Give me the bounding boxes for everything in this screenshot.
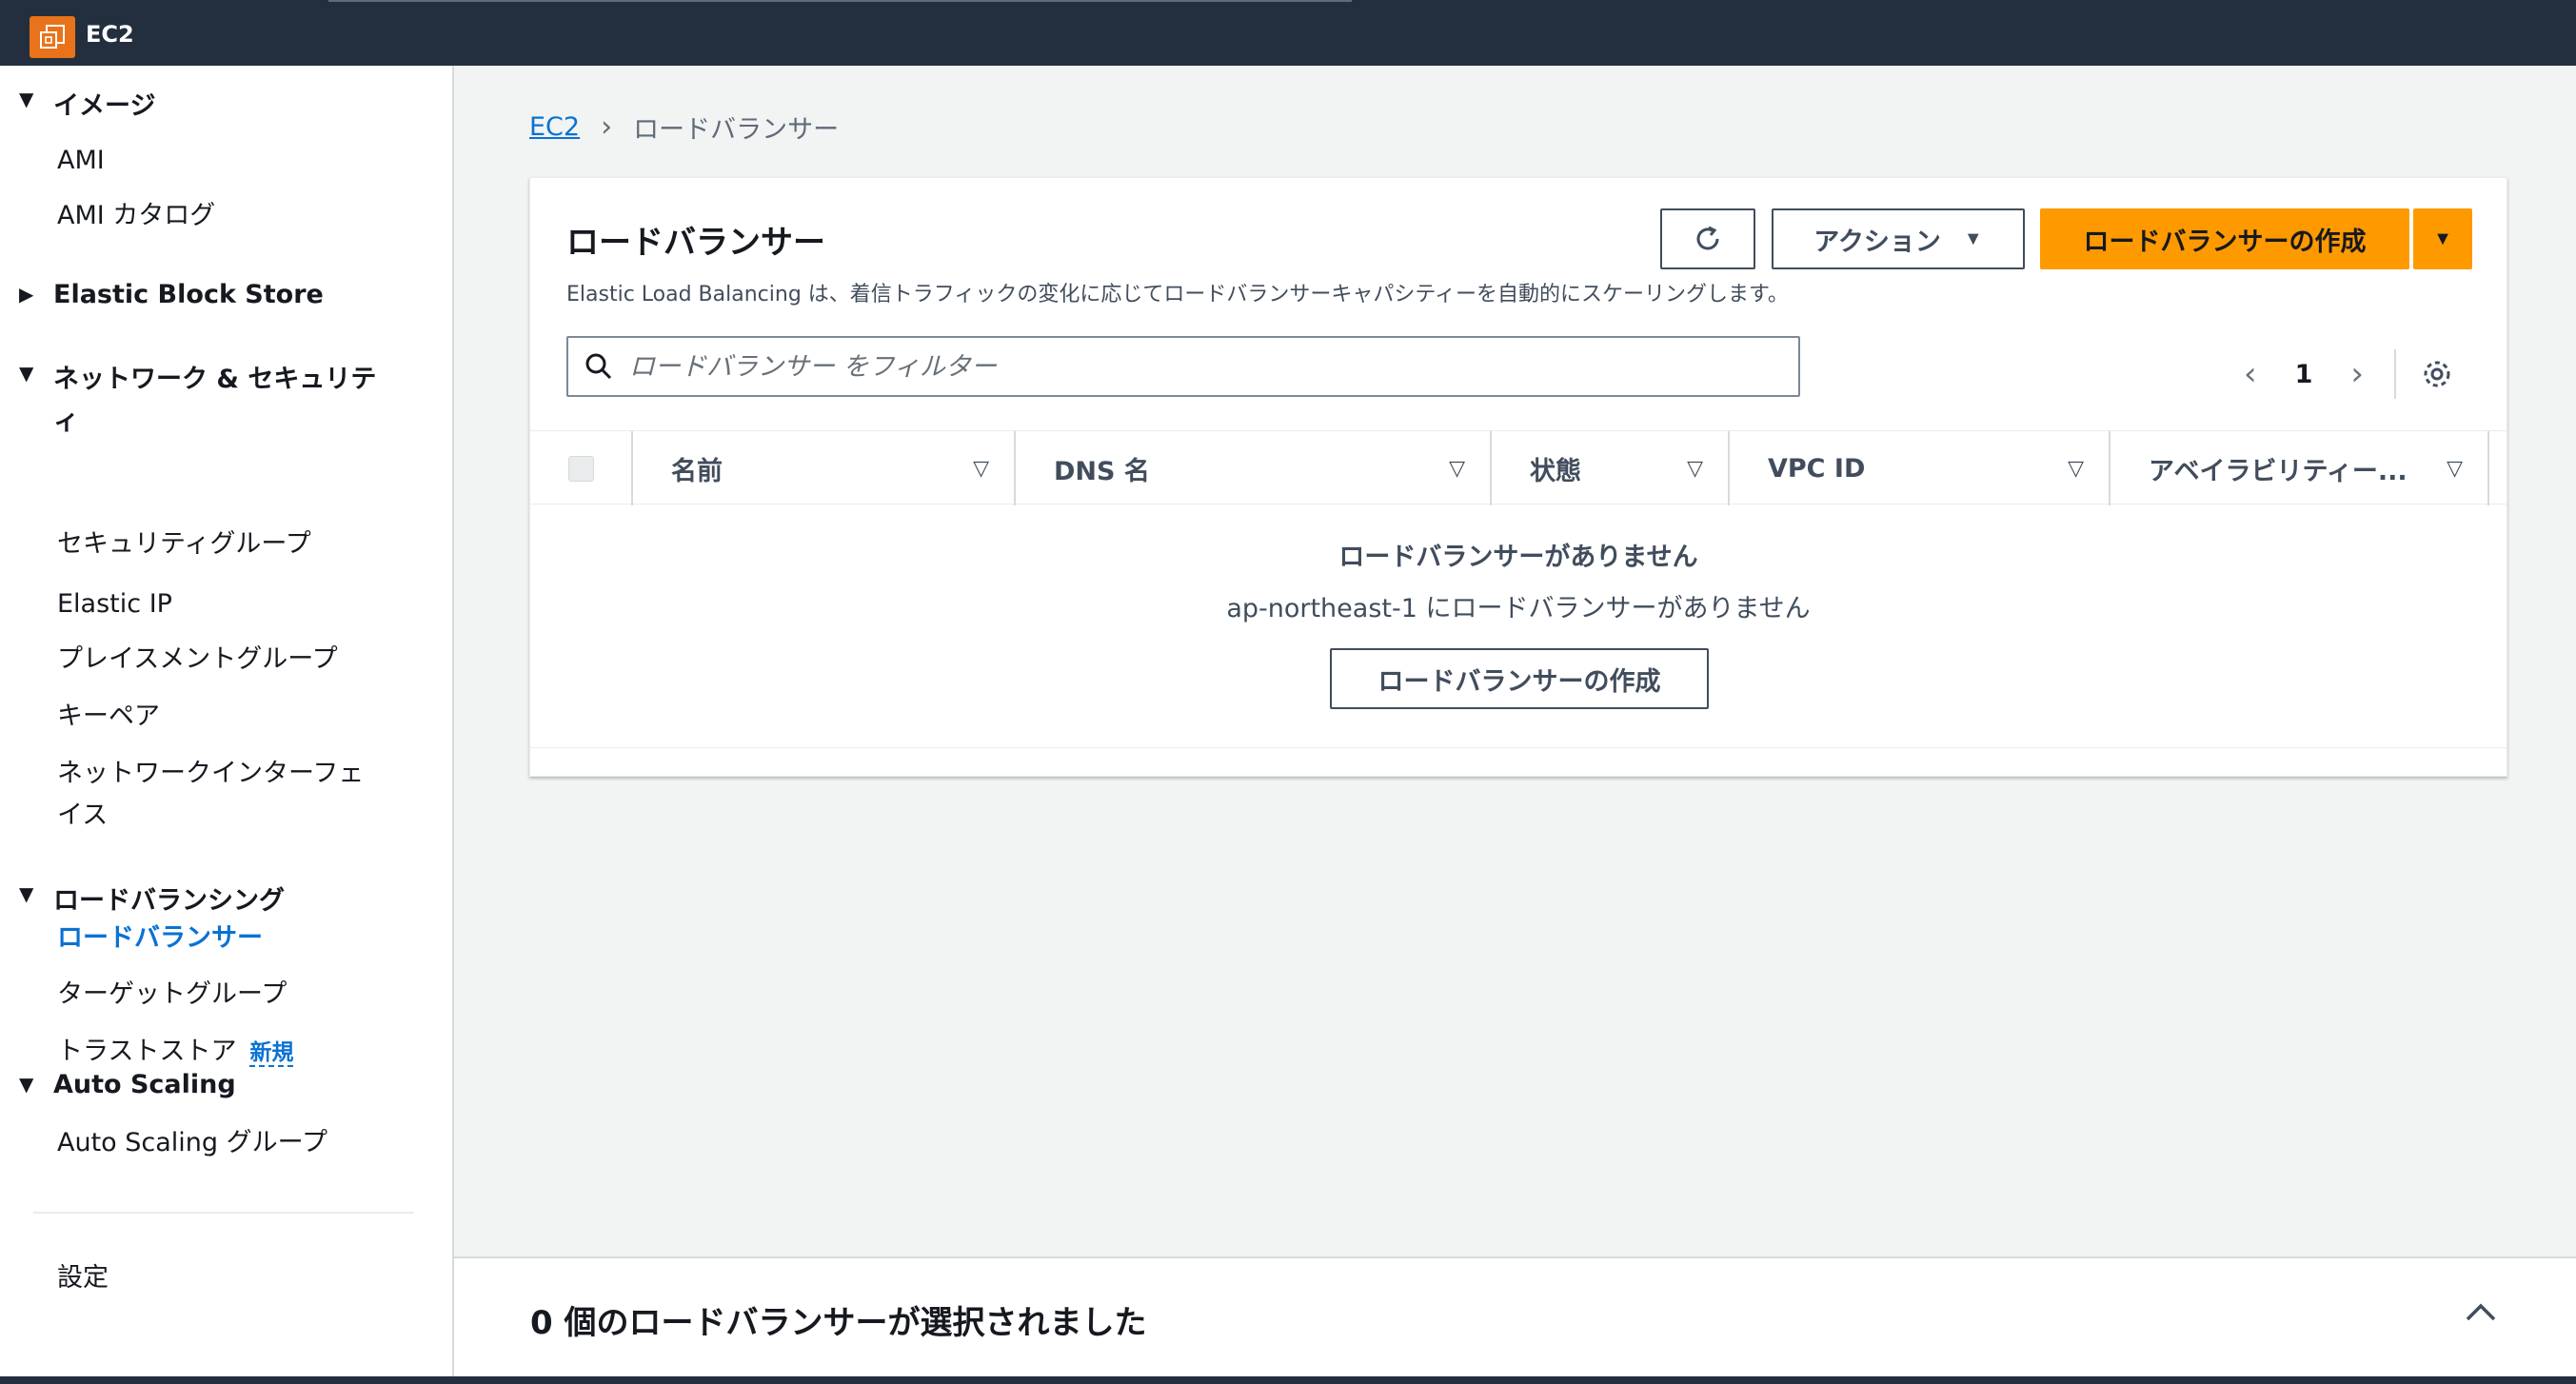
sidebar-section-images[interactable]: ▼ イメージ	[19, 85, 155, 122]
sidebar: ▼ イメージ AMI AMI カタログ ▶ Elastic Block Stor…	[0, 66, 454, 1384]
sidebar-item-security-groups[interactable]: セキュリティグループ	[57, 524, 311, 565]
caret-down-icon: ▼	[19, 882, 34, 905]
next-page-icon[interactable]: ›	[2350, 355, 2364, 393]
empty-state-create-button[interactable]: ロードバランサーの作成	[1330, 648, 1709, 709]
sidebar-section-load-balancing[interactable]: ▼ ロードバランシング	[19, 880, 285, 917]
refresh-icon	[1696, 226, 1719, 250]
column-header-name[interactable]: 名前 ▽	[631, 431, 1014, 505]
search-icon	[585, 353, 612, 380]
page-number[interactable]: 1	[2295, 360, 2313, 389]
sidebar-item-target-groups[interactable]: ターゲットグループ	[57, 974, 287, 1016]
chevron-up-icon[interactable]	[2464, 1293, 2498, 1332]
sidebar-section-auto-scaling[interactable]: ▼ Auto Scaling	[19, 1070, 236, 1099]
table-footer-divider	[530, 747, 2507, 748]
sidebar-item-ami[interactable]: AMI	[57, 140, 105, 182]
sidebar-item-ami-catalog[interactable]: AMI カタログ	[57, 195, 215, 237]
sidebar-item-load-balancers[interactable]: ロードバランサー	[57, 918, 263, 959]
split-panel-title: 0 個のロードバランサーが選択されました	[530, 1304, 1147, 1342]
sidebar-section-network-security[interactable]: ▼ ネットワーク & セキュリテ ィ	[19, 359, 376, 443]
filter-input[interactable]	[629, 351, 1772, 382]
top-navigation-bar: EC2	[0, 0, 2576, 66]
chevron-right-icon: ›	[601, 110, 613, 144]
load-balancers-panel: ロードバランサー Elastic Load Balancing は、着信トラフィ…	[529, 177, 2507, 777]
caret-down-icon: ▼	[19, 88, 34, 110]
new-badge[interactable]: 新規	[249, 1040, 294, 1067]
service-name[interactable]: EC2	[86, 21, 134, 48]
empty-state-description: ap-northeast-1 にロードバランサーがありません	[1226, 594, 1811, 623]
column-header-vpc-id[interactable]: VPC ID ▽	[1728, 431, 2109, 505]
column-header-dns-name[interactable]: DNS 名 ▽	[1014, 431, 1490, 505]
sidebar-item-auto-scaling-groups[interactable]: Auto Scaling グループ	[57, 1122, 327, 1164]
pagination-divider	[2394, 349, 2397, 399]
breadcrumb-ec2-link[interactable]: EC2	[529, 112, 580, 142]
table-header: 名前 ▽ DNS 名 ▽ 状態 ▽ VPC ID ▽ アベイラビリティー... …	[530, 430, 2507, 505]
caret-down-icon: ▼	[19, 362, 34, 385]
select-all-checkbox[interactable]	[568, 456, 594, 482]
filter-field	[566, 336, 1800, 397]
sidebar-item-elastic-ip[interactable]: Elastic IP	[57, 583, 172, 625]
sort-icon[interactable]: ▽	[1687, 457, 1703, 481]
loading-bar	[328, 0, 1352, 2]
sidebar-item-placement-groups[interactable]: プレイスメントグループ	[57, 639, 338, 681]
breadcrumb: EC2 › ロードバランサー	[529, 109, 839, 146]
page-description: Elastic Load Balancing は、着信トラフィックの変化に応じて…	[566, 283, 1789, 306]
bottom-bar	[0, 1376, 2576, 1384]
actions-dropdown-button[interactable]: アクション ▼	[1772, 208, 2025, 269]
sort-icon[interactable]: ▽	[1449, 457, 1465, 481]
sidebar-item-key-pairs[interactable]: キーペア	[57, 696, 160, 738]
caret-down-icon: ▼	[2433, 227, 2452, 249]
sort-icon[interactable]: ▽	[973, 457, 989, 481]
sidebar-item-trust-stores[interactable]: トラストストア 新規	[57, 1031, 294, 1074]
refresh-button[interactable]	[1660, 208, 1755, 269]
column-header-availability-zones[interactable]: アベイラビリティー... ▽	[2109, 431, 2489, 505]
sidebar-divider	[33, 1212, 414, 1214]
gear-icon[interactable]	[2421, 358, 2453, 390]
sidebar-item-settings[interactable]: 設定	[57, 1257, 109, 1299]
sort-icon[interactable]: ▽	[2068, 457, 2084, 481]
sort-icon[interactable]: ▽	[2447, 457, 2463, 481]
caret-right-icon: ▶	[19, 283, 34, 306]
caret-down-icon: ▼	[19, 1073, 34, 1096]
empty-state-title: ロードバランサーがありません	[1338, 543, 1698, 572]
previous-page-icon[interactable]: ‹	[2244, 355, 2257, 393]
caret-down-icon: ▼	[1963, 227, 1983, 249]
pagination: ‹ 1 ›	[2244, 349, 2453, 399]
page-title: ロードバランサー	[566, 224, 825, 262]
create-dropdown-toggle[interactable]: ▼	[2413, 208, 2472, 269]
sidebar-item-network-interfaces[interactable]: ネットワークインターフェ イス	[57, 753, 364, 837]
split-panel: 0 個のロードバランサーが選択されました	[454, 1256, 2576, 1376]
sidebar-section-ebs[interactable]: ▶ Elastic Block Store	[19, 280, 324, 309]
breadcrumb-current: ロードバランサー	[633, 115, 840, 145]
create-load-balancer-button[interactable]: ロードバランサーの作成	[2040, 208, 2409, 269]
column-header-state[interactable]: 状態 ▽	[1490, 431, 1728, 505]
ec2-service-icon[interactable]	[30, 16, 75, 58]
